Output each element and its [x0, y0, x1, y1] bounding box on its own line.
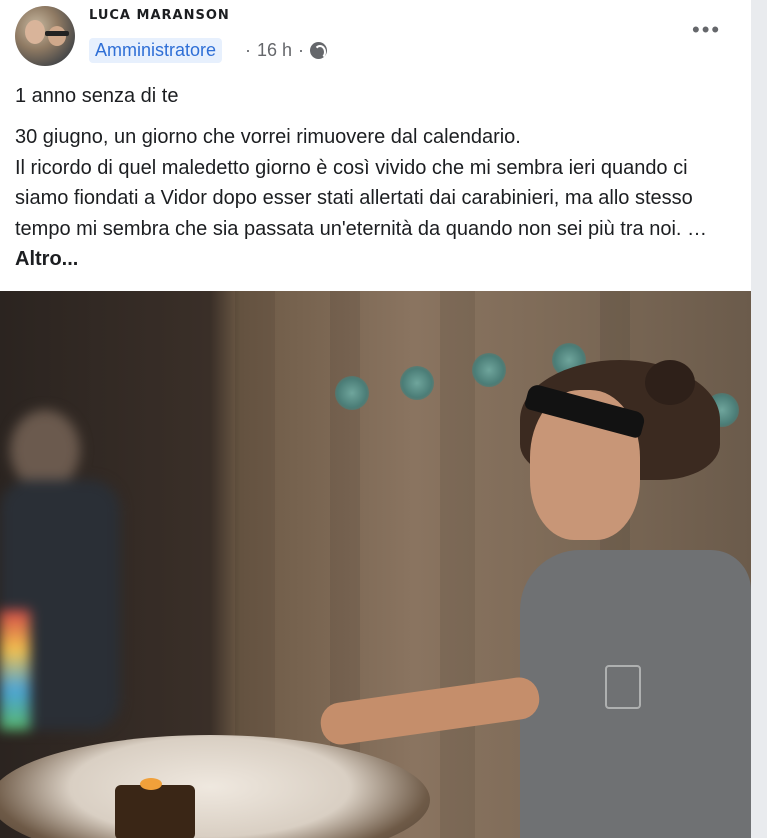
- author-name[interactable]: LUCA MARANSON: [89, 8, 230, 23]
- blurred-crowd: [0, 400, 230, 730]
- post-body-line: Il ricordo di quel maledetto giorno è co…: [15, 156, 708, 240]
- door-stud: [400, 366, 434, 400]
- crowd-head: [10, 410, 80, 490]
- avatar-sunglasses: [45, 31, 69, 36]
- post-card: LUCA MARANSON Amministratore · 16 h · ••…: [0, 0, 751, 838]
- hair-bun: [645, 360, 695, 405]
- more-options-icon[interactable]: •••: [692, 19, 721, 41]
- post-body-paragraph: Il ricordo di quel maledetto giorno è co…: [15, 153, 740, 275]
- meta-separator: ·: [245, 40, 251, 60]
- role-badge[interactable]: Amministratore: [89, 38, 223, 63]
- man-in-photo: [520, 360, 751, 838]
- post-first-line: 1 anno senza di te: [15, 85, 179, 107]
- wood-strip: [440, 291, 475, 838]
- door-stud: [335, 376, 369, 410]
- avatar-face-right: [48, 26, 66, 46]
- post-body: 30 giugno, un giorno che vorrei rimuover…: [15, 122, 740, 275]
- post-body-line: 30 giugno, un giorno che vorrei rimuover…: [15, 126, 521, 148]
- avatar-face-left: [25, 20, 45, 44]
- post-meta: · 16 h ·: [245, 40, 328, 61]
- see-more-link[interactable]: Altro...: [15, 248, 78, 270]
- crowd-flag: [0, 610, 30, 730]
- author-avatar[interactable]: [15, 6, 75, 66]
- candle-holder: [115, 785, 195, 838]
- post-timestamp[interactable]: 16 h: [257, 40, 292, 61]
- candle-flame: [140, 778, 162, 790]
- globe-icon[interactable]: [310, 42, 328, 59]
- door-stud: [472, 353, 506, 387]
- meta-separator-2: ·: [298, 40, 305, 60]
- page-background-strip: [751, 0, 767, 838]
- shirt-logo: [605, 665, 641, 709]
